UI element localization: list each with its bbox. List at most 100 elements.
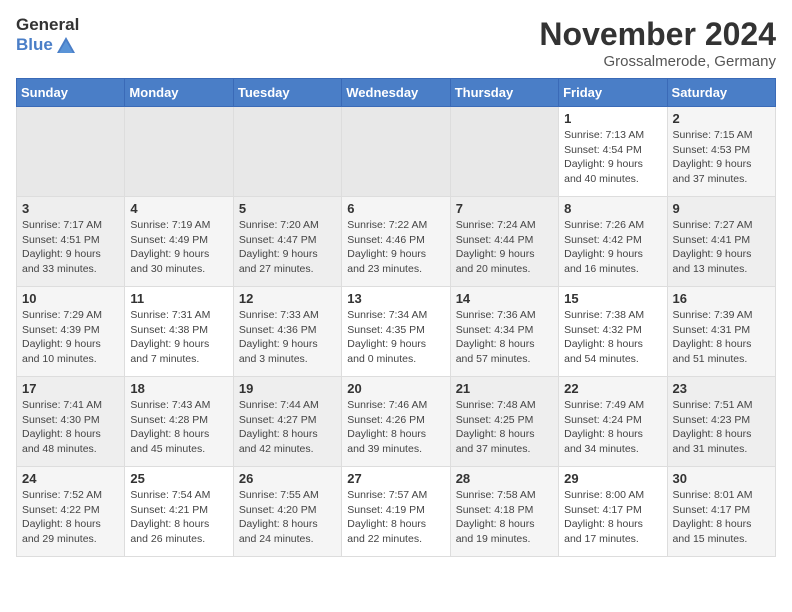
calendar-cell: [125, 107, 233, 197]
day-info: Sunrise: 7:22 AMSunset: 4:46 PMDaylight:…: [347, 218, 444, 277]
day-number: 10: [22, 291, 119, 306]
calendar-cell: 4 Sunrise: 7:19 AMSunset: 4:49 PMDaylight…: [125, 197, 233, 287]
logo-icon: [55, 35, 77, 57]
logo-general: General: [16, 16, 79, 35]
day-number: 30: [673, 471, 770, 486]
calendar-cell: 26 Sunrise: 7:55 AMSunset: 4:20 PMDayligh…: [233, 467, 341, 557]
day-number: 18: [130, 381, 227, 396]
day-info: Sunrise: 7:51 AMSunset: 4:23 PMDaylight:…: [673, 398, 770, 457]
col-header-saturday: Saturday: [667, 79, 775, 107]
calendar-cell: 27 Sunrise: 7:57 AMSunset: 4:19 PMDayligh…: [342, 467, 450, 557]
day-info: Sunrise: 7:31 AMSunset: 4:38 PMDaylight:…: [130, 308, 227, 367]
calendar-cell: 6 Sunrise: 7:22 AMSunset: 4:46 PMDaylight…: [342, 197, 450, 287]
day-info: Sunrise: 7:54 AMSunset: 4:21 PMDaylight:…: [130, 488, 227, 547]
calendar-row-3: 17 Sunrise: 7:41 AMSunset: 4:30 PMDayligh…: [17, 377, 776, 467]
day-number: 11: [130, 291, 227, 306]
calendar-cell: 19 Sunrise: 7:44 AMSunset: 4:27 PMDayligh…: [233, 377, 341, 467]
day-info: Sunrise: 7:13 AMSunset: 4:54 PMDaylight:…: [564, 128, 661, 187]
col-header-thursday: Thursday: [450, 79, 558, 107]
day-info: Sunrise: 7:34 AMSunset: 4:35 PMDaylight:…: [347, 308, 444, 367]
calendar-cell: 14Sunrise: 7:36 AMSunset: 4:34 PMDayligh…: [450, 287, 558, 377]
page-header: General Blue November 2024 Grossalmerode…: [16, 16, 776, 70]
calendar-cell: 25 Sunrise: 7:54 AMSunset: 4:21 PMDayligh…: [125, 467, 233, 557]
calendar-cell: 9Sunrise: 7:27 AMSunset: 4:41 PMDaylight…: [667, 197, 775, 287]
day-info: Sunrise: 7:57 AMSunset: 4:19 PMDaylight:…: [347, 488, 444, 547]
day-info: Sunrise: 7:58 AMSunset: 4:18 PMDaylight:…: [456, 488, 553, 547]
calendar-cell: 8 Sunrise: 7:26 AMSunset: 4:42 PMDaylight…: [559, 197, 667, 287]
calendar-cell: 11 Sunrise: 7:31 AMSunset: 4:38 PMDayligh…: [125, 287, 233, 377]
calendar-cell: 18 Sunrise: 7:43 AMSunset: 4:28 PMDayligh…: [125, 377, 233, 467]
calendar-cell: 1 Sunrise: 7:13 AMSunset: 4:54 PMDaylight…: [559, 107, 667, 197]
calendar-row-4: 24 Sunrise: 7:52 AMSunset: 4:22 PMDayligh…: [17, 467, 776, 557]
col-header-friday: Friday: [559, 79, 667, 107]
day-number: 5: [239, 201, 336, 216]
day-number: 1: [564, 111, 661, 126]
day-number: 27: [347, 471, 444, 486]
day-number: 20: [347, 381, 444, 396]
day-number: 21: [456, 381, 553, 396]
calendar-cell: [233, 107, 341, 197]
day-info: Sunrise: 7:46 AMSunset: 4:26 PMDaylight:…: [347, 398, 444, 457]
month-title: November 2024: [539, 16, 776, 53]
day-number: 29: [564, 471, 661, 486]
day-info: Sunrise: 7:24 AMSunset: 4:44 PMDaylight:…: [456, 218, 553, 277]
calendar-cell: 29Sunrise: 8:00 AMSunset: 4:17 PMDayligh…: [559, 467, 667, 557]
day-info: Sunrise: 8:01 AMSunset: 4:17 PMDaylight:…: [673, 488, 770, 547]
calendar-cell: 12Sunrise: 7:33 AMSunset: 4:36 PMDayligh…: [233, 287, 341, 377]
calendar-cell: 22 Sunrise: 7:49 AMSunset: 4:24 PMDayligh…: [559, 377, 667, 467]
calendar-cell: [450, 107, 558, 197]
day-info: Sunrise: 7:44 AMSunset: 4:27 PMDaylight:…: [239, 398, 336, 457]
day-number: 26: [239, 471, 336, 486]
day-info: Sunrise: 7:17 AMSunset: 4:51 PMDaylight:…: [22, 218, 119, 277]
day-info: Sunrise: 7:48 AMSunset: 4:25 PMDaylight:…: [456, 398, 553, 457]
day-number: 25: [130, 471, 227, 486]
day-info: Sunrise: 7:20 AMSunset: 4:47 PMDaylight:…: [239, 218, 336, 277]
day-number: 24: [22, 471, 119, 486]
day-info: Sunrise: 7:27 AMSunset: 4:41 PMDaylight:…: [673, 218, 770, 277]
day-info: Sunrise: 7:36 AMSunset: 4:34 PMDaylight:…: [456, 308, 553, 367]
day-number: 28: [456, 471, 553, 486]
calendar-cell: 24 Sunrise: 7:52 AMSunset: 4:22 PMDayligh…: [17, 467, 125, 557]
day-number: 7: [456, 201, 553, 216]
calendar-cell: 21 Sunrise: 7:48 AMSunset: 4:25 PMDayligh…: [450, 377, 558, 467]
day-number: 17: [22, 381, 119, 396]
day-info: Sunrise: 7:19 AMSunset: 4:49 PMDaylight:…: [130, 218, 227, 277]
day-info: Sunrise: 7:26 AMSunset: 4:42 PMDaylight:…: [564, 218, 661, 277]
calendar-row-1: 3Sunrise: 7:17 AMSunset: 4:51 PMDaylight…: [17, 197, 776, 287]
day-info: Sunrise: 7:33 AMSunset: 4:36 PMDaylight:…: [239, 308, 336, 367]
calendar-cell: 10 Sunrise: 7:29 AMSunset: 4:39 PMDayligh…: [17, 287, 125, 377]
day-number: 4: [130, 201, 227, 216]
col-header-wednesday: Wednesday: [342, 79, 450, 107]
calendar-cell: 7 Sunrise: 7:24 AMSunset: 4:44 PMDaylight…: [450, 197, 558, 287]
calendar-cell: 28 Sunrise: 7:58 AMSunset: 4:18 PMDayligh…: [450, 467, 558, 557]
day-info: Sunrise: 7:29 AMSunset: 4:39 PMDaylight:…: [22, 308, 119, 367]
col-header-monday: Monday: [125, 79, 233, 107]
title-block: November 2024 Grossalmerode, Germany: [539, 16, 776, 70]
day-info: Sunrise: 7:43 AMSunset: 4:28 PMDaylight:…: [130, 398, 227, 457]
day-number: 22: [564, 381, 661, 396]
day-info: Sunrise: 7:41 AMSunset: 4:30 PMDaylight:…: [22, 398, 119, 457]
day-info: Sunrise: 7:52 AMSunset: 4:22 PMDaylight:…: [22, 488, 119, 547]
calendar-cell: 30 Sunrise: 8:01 AMSunset: 4:17 PMDayligh…: [667, 467, 775, 557]
calendar-row-2: 10 Sunrise: 7:29 AMSunset: 4:39 PMDayligh…: [17, 287, 776, 377]
day-number: 16: [673, 291, 770, 306]
day-number: 23: [673, 381, 770, 396]
day-info: Sunrise: 7:49 AMSunset: 4:24 PMDaylight:…: [564, 398, 661, 457]
logo: General Blue: [16, 16, 79, 57]
location: Grossalmerode, Germany: [539, 53, 776, 70]
calendar-table: SundayMondayTuesdayWednesdayThursdayFrid…: [16, 78, 776, 557]
day-number: 19: [239, 381, 336, 396]
calendar-cell: 2Sunrise: 7:15 AMSunset: 4:53 PMDaylight…: [667, 107, 775, 197]
calendar-cell: 16Sunrise: 7:39 AMSunset: 4:31 PMDayligh…: [667, 287, 775, 377]
logo-blue: Blue: [16, 36, 53, 55]
day-number: 13: [347, 291, 444, 306]
day-number: 15: [564, 291, 661, 306]
calendar-cell: [17, 107, 125, 197]
calendar-row-0: 1 Sunrise: 7:13 AMSunset: 4:54 PMDaylight…: [17, 107, 776, 197]
col-header-tuesday: Tuesday: [233, 79, 341, 107]
day-number: 6: [347, 201, 444, 216]
calendar-cell: 20 Sunrise: 7:46 AMSunset: 4:26 PMDayligh…: [342, 377, 450, 467]
day-number: 8: [564, 201, 661, 216]
day-info: Sunrise: 7:55 AMSunset: 4:20 PMDaylight:…: [239, 488, 336, 547]
day-info: Sunrise: 7:15 AMSunset: 4:53 PMDaylight:…: [673, 128, 770, 187]
